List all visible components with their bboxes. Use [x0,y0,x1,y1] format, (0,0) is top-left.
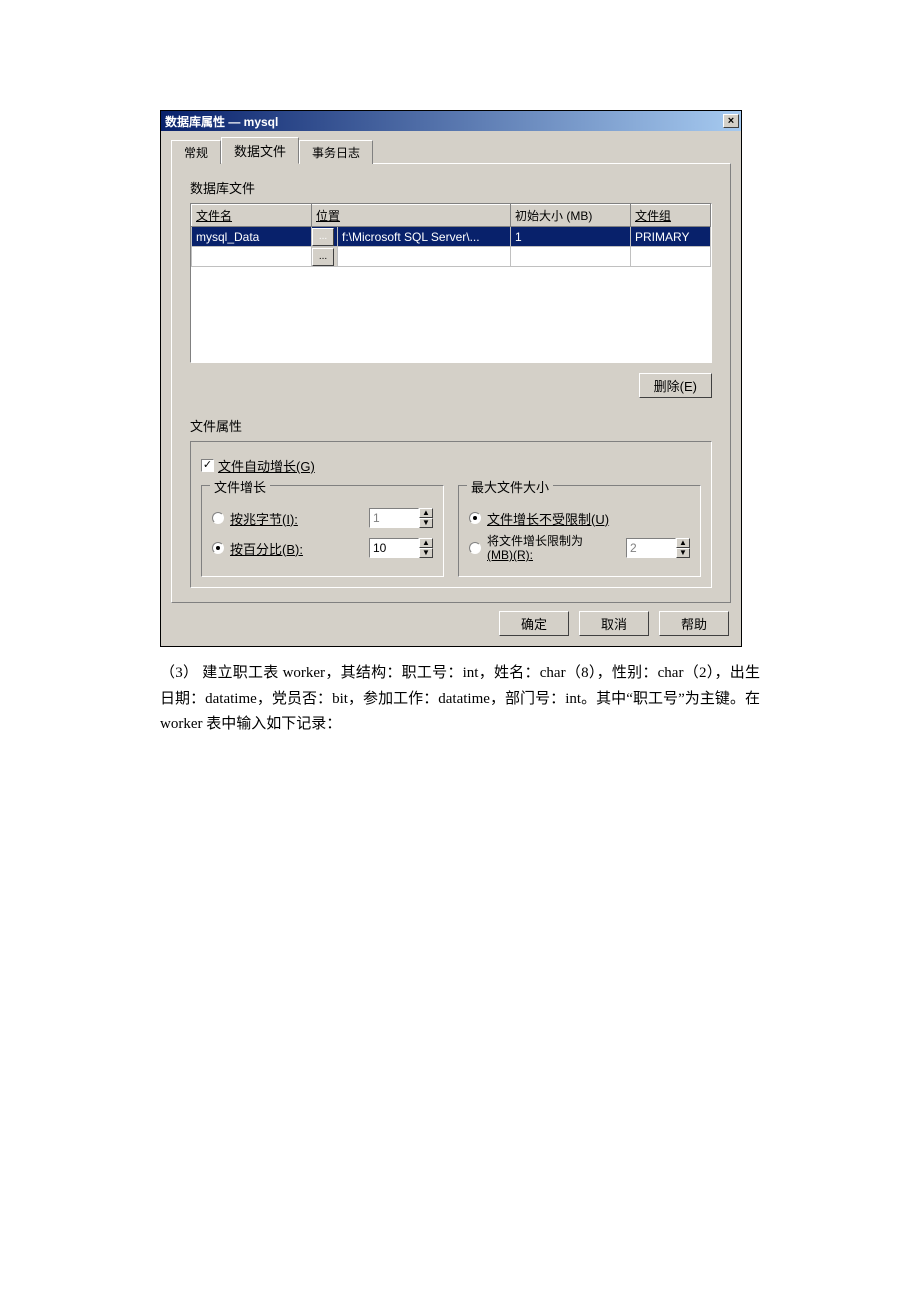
ok-button[interactable]: 确定 [499,611,569,636]
maxsize-legend: 最大文件大小 [467,477,553,496]
help-button[interactable]: 帮助 [659,611,729,636]
file-attrs-group: ✓ 文件自动增长(G) 文件增长 按兆字节(I): ▲▼ [190,441,712,588]
close-icon[interactable]: × [723,114,739,128]
delete-button[interactable]: 删除(E) [639,373,712,398]
tab-bar: 常规 数据文件 事务日志 [171,137,731,164]
growth-group: 文件增长 按兆字节(I): ▲▼ 按 [201,485,444,577]
file-table: 文件名 位置 初始大小 (MB) 文件组 mysql_Data ... f:\M… [190,203,712,363]
radio-bypct-label: 按百分比(B): [230,539,303,558]
col-filename[interactable]: 文件名 [192,205,312,227]
db-properties-dialog: 数据库属性 — mysql × 常规 数据文件 事务日志 数据库文件 [160,110,742,647]
pct-spinner[interactable]: ▲▼ [419,538,433,558]
mb-input [369,508,419,528]
radio-limited[interactable] [469,542,481,554]
cell-filename[interactable]: mysql_Data [192,228,311,246]
cell-location[interactable]: f:\Microsoft SQL Server\... [338,228,510,246]
table-row[interactable]: ... [192,247,711,267]
maxsize-group: 最大文件大小 文件增长不受限制(U) 将文件增长限制为 (MB)(R): [458,485,701,577]
tab-panel: 数据库文件 文件名 位置 初始大小 (MB) [171,163,731,603]
pct-input[interactable] [369,538,419,558]
radio-bymb[interactable] [212,512,224,524]
col-initsize[interactable]: 初始大小 (MB) [511,205,631,227]
autogrow-checkbox[interactable]: ✓ [201,459,214,472]
radio-bymb-label: 按兆字节(I): [230,509,298,528]
limit-spinner: ▲▼ [676,538,690,558]
browse-button[interactable]: ... [312,248,334,266]
radio-unlimited-label: 文件增长不受限制(U) [487,509,609,528]
cancel-button[interactable]: 取消 [579,611,649,636]
mb-spinner: ▲▼ [419,508,433,528]
tab-txlog[interactable]: 事务日志 [299,140,373,164]
autogrow-label: 文件自动增长(G) [218,456,315,475]
radio-limited-label: 将文件增长限制为 (MB)(R): [487,534,583,563]
tab-datafiles[interactable]: 数据文件 [221,137,299,164]
section-label: 数据库文件 [190,178,712,197]
file-attrs-label: 文件属性 [190,416,712,435]
table-row[interactable]: mysql_Data ... f:\Microsoft SQL Server\.… [192,227,711,247]
col-filegroup[interactable]: 文件组 [631,205,711,227]
browse-button[interactable]: ... [312,228,334,246]
limit-input [626,538,676,558]
radio-bypct[interactable] [212,542,224,554]
window-title: 数据库属性 — mysql [165,113,278,130]
cell-initsize[interactable]: 1 [511,228,630,246]
growth-legend: 文件增长 [210,477,270,496]
dialog-buttons: 确定 取消 帮助 [171,603,731,636]
titlebar[interactable]: 数据库属性 — mysql × [161,111,741,131]
tab-general[interactable]: 常规 [171,140,221,164]
radio-unlimited[interactable] [469,512,481,524]
col-location[interactable]: 位置 [312,205,511,227]
document-paragraph: （3） 建立职工表 worker，其结构：职工号：int，姓名：char（8），… [160,661,760,738]
cell-filegroup[interactable]: PRIMARY [631,228,710,246]
